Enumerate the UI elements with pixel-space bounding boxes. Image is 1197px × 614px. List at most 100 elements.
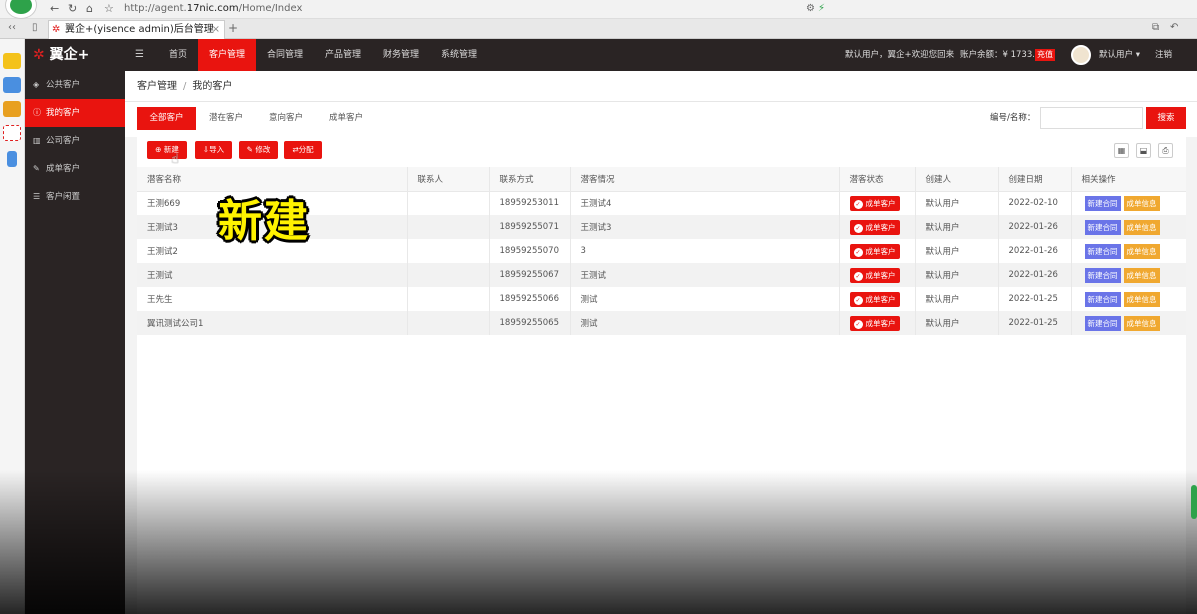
refresh-icon[interactable]: ↻ [68, 2, 77, 16]
new-contract-button[interactable]: 新建合同 [1084, 291, 1121, 307]
cell-situation: 测试 [570, 311, 840, 335]
cube-icon: ◈ [33, 80, 40, 89]
lightning-icon[interactable]: ⚡ [818, 3, 825, 14]
home-icon[interactable]: ⌂ [86, 2, 93, 16]
cell-contact [407, 191, 490, 215]
new-contract-button[interactable]: 新建合同 [1084, 195, 1121, 211]
tab-title: 翼企+(yisence admin)后台管理 [65, 24, 214, 35]
address-bar[interactable]: http://agent.17nic.com/Home/Index [124, 2, 684, 16]
print-icon[interactable]: ⎙ [1158, 143, 1173, 158]
capture-icon[interactable] [3, 125, 21, 141]
cell-actions: 新建合同 成单信息 [1071, 311, 1186, 335]
sidebar-item-my-customers[interactable]: ⓘ 我的客户 [25, 99, 125, 127]
browser-logo-icon[interactable] [6, 0, 36, 18]
tab-potential-customers[interactable]: 潜在客户 [196, 107, 256, 130]
status-label: 成单客户 [865, 270, 896, 280]
cell-contact [407, 287, 490, 311]
nav-finance-management[interactable]: 财务管理 [372, 39, 430, 71]
avatar[interactable] [1071, 45, 1091, 65]
edit-button[interactable]: ✎ 修改 [239, 141, 278, 159]
cell-status: ✓ 成单客户 [839, 239, 916, 263]
browser-tab[interactable]: ✲ 翼企+(yisence admin)后台管理 × [48, 20, 225, 39]
cell-status: ✓ 成单客户 [839, 311, 916, 335]
import-button[interactable]: ⇩导入 [195, 141, 232, 159]
bookmark-star-icon[interactable]: ☆ [104, 2, 114, 16]
order-info-button[interactable]: 成单信息 [1123, 243, 1160, 259]
col-header-contact[interactable]: 联系人 [407, 167, 490, 192]
extension-strip [0, 39, 25, 614]
nav-customer-management[interactable]: 客户管理 [198, 39, 256, 71]
tab-intent-customers[interactable]: 意向客户 [256, 107, 316, 130]
logout-link[interactable]: 注销 [1155, 39, 1172, 71]
sidebar-item-label: 我的客户 [46, 108, 81, 118]
export-icon[interactable]: ⬓ [1136, 143, 1151, 158]
new-contract-button[interactable]: 新建合同 [1084, 267, 1121, 283]
breadcrumb-parent[interactable]: 客户管理 [137, 81, 177, 92]
new-tab-button[interactable]: + [228, 21, 238, 35]
undo-icon[interactable]: ↶ [1170, 22, 1178, 33]
sidebar-collapse-icon[interactable]: ‹‹ [8, 22, 16, 33]
cell-status: ✓ 成单客户 [839, 215, 916, 239]
welcome-text: 默认用户，翼企+欢迎您回来 [845, 50, 955, 60]
assign-button-label: 分配 [298, 145, 314, 154]
assign-button[interactable]: ⇄分配 [284, 141, 322, 159]
sidebar-item-public-customers[interactable]: ◈ 公共客户 [25, 71, 125, 99]
order-info-button[interactable]: 成单信息 [1123, 219, 1160, 235]
tab-closed-customers[interactable]: 成单客户 [316, 107, 376, 130]
document-icon[interactable] [7, 151, 17, 167]
columns-icon[interactable]: ▦ [1114, 143, 1129, 158]
table-row[interactable]: 王测试 18959255067 王测试 ✓ 成单客户 默认用户 2022-01-26 新建合同… [137, 263, 1186, 287]
cell-actions: 新建合同 成单信息 [1071, 191, 1186, 215]
cell-name: 翼讯测试公司1 [137, 311, 408, 335]
status-label: 成单客户 [865, 246, 896, 256]
scrollbar-handle[interactable] [1191, 485, 1197, 519]
table-row[interactable]: 翼讯测试公司1 18959255065 测试 ✓ 成单客户 默认用户 2022-01-25 新… [137, 311, 1186, 335]
edit-icon: ✎ [33, 164, 40, 173]
order-info-button[interactable]: 成单信息 [1123, 195, 1160, 211]
order-info-button[interactable]: 成单信息 [1123, 267, 1160, 283]
cell-situation: 测试 [570, 287, 840, 311]
order-info-button[interactable]: 成单信息 [1123, 291, 1160, 307]
nav-system-management[interactable]: 系统管理 [430, 39, 488, 71]
nav-contract-management[interactable]: 合同管理 [256, 39, 314, 71]
cell-date: 2022-01-26 [998, 263, 1072, 287]
tab-close-icon[interactable]: × [212, 21, 220, 39]
sidebar-item-company-customers[interactable]: ▥ 公司客户 [25, 127, 125, 155]
order-info-button[interactable]: 成单信息 [1123, 315, 1160, 331]
cell-phone: 18959255067 [489, 263, 571, 287]
new-contract-button[interactable]: 新建合同 [1084, 243, 1121, 259]
nav-home[interactable]: 首页 [158, 39, 198, 71]
col-header-situation[interactable]: 潜客情况 [570, 167, 840, 192]
col-header-creator[interactable]: 创建人 [915, 167, 999, 192]
window-restore-icon[interactable]: ⧉ [1152, 22, 1159, 33]
new-contract-button[interactable]: 新建合同 [1084, 219, 1121, 235]
search-button[interactable]: 搜索 [1146, 107, 1186, 129]
favorites-icon[interactable] [3, 53, 21, 69]
menu-toggle-icon[interactable]: ☰ [135, 39, 149, 71]
app-logo[interactable]: ✲ 翼企+ [33, 43, 123, 67]
cell-date: 2022-01-25 [998, 311, 1072, 335]
cell-date: 2022-01-26 [998, 215, 1072, 239]
nav-product-management[interactable]: 产品管理 [314, 39, 372, 71]
sidebar-item-idle-customers[interactable]: ☰ 客户闲置 [25, 183, 125, 211]
cell-actions: 新建合同 成单信息 [1071, 239, 1186, 263]
weibo-icon[interactable] [3, 101, 21, 117]
search-input[interactable] [1040, 107, 1143, 129]
tab-all-customers[interactable]: 全部客户 [137, 107, 196, 130]
sidebar-item-closed-customers[interactable]: ✎ 成单客户 [25, 155, 125, 183]
col-header-status[interactable]: 潜客状态 [839, 167, 916, 192]
new-contract-button[interactable]: 新建合同 [1084, 315, 1121, 331]
notes-icon[interactable] [3, 77, 21, 93]
col-header-phone[interactable]: 联系方式 [489, 167, 571, 192]
cell-name: 王先生 [137, 287, 408, 311]
sidebar-item-label: 客户闲置 [46, 192, 81, 202]
col-header-date[interactable]: 创建日期 [998, 167, 1072, 192]
cell-phone: 18959255070 [489, 239, 571, 263]
recharge-button[interactable]: 充值 [1035, 49, 1055, 61]
main-content: 客户管理 / 我的客户 全部客户 潜在客户 意向客户 成单客户 编号/名称： 搜索 … [125, 71, 1197, 614]
user-menu[interactable]: 默认用户 ▾ [1099, 39, 1140, 71]
table-row[interactable]: 王先生 18959255066 测试 ✓ 成单客户 默认用户 2022-01-25 新建合同成… [137, 287, 1186, 311]
new-button[interactable]: ⊕ 新建 [147, 141, 187, 159]
settings-icon[interactable]: ⚙ [806, 3, 815, 14]
back-icon[interactable]: ← [50, 2, 59, 16]
